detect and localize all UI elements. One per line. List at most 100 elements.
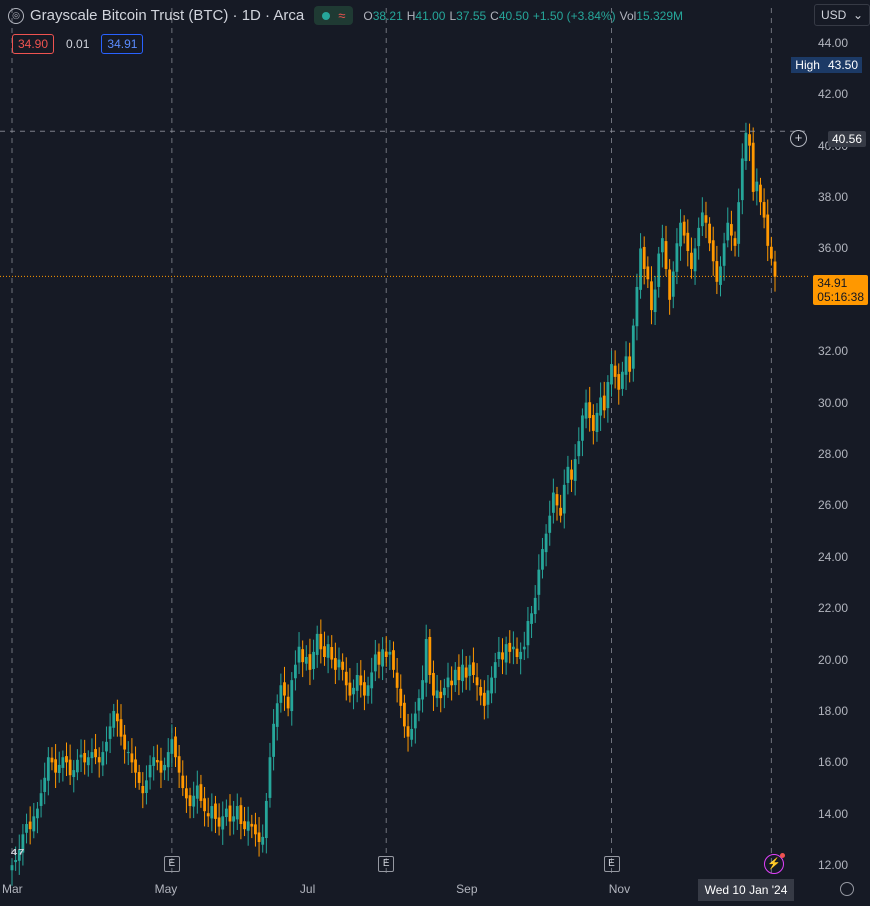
settings-gear-icon[interactable]: [840, 882, 854, 896]
candle-body: [545, 534, 548, 552]
candle-body: [174, 736, 177, 757]
candle-body: [766, 215, 769, 246]
price-tick-label: 12.00: [818, 858, 848, 872]
earnings-marker[interactable]: E: [378, 856, 394, 872]
candle-body: [178, 756, 181, 772]
candle-body: [156, 760, 159, 762]
time-tick-label: Nov: [609, 882, 630, 896]
candle-body: [603, 396, 606, 411]
candle-body: [25, 824, 28, 833]
candle-body: [599, 397, 602, 415]
candle-body: [116, 714, 119, 722]
symbol-title[interactable]: Grayscale Bitcoin Trust (BTC) · 1D · Arc…: [30, 7, 304, 24]
candle-body: [712, 240, 715, 261]
earnings-marker[interactable]: E: [604, 856, 620, 872]
candle-body: [232, 816, 235, 821]
candle-body: [120, 719, 123, 736]
candle-body: [527, 621, 530, 645]
candle-body: [487, 690, 490, 704]
ohlc-value: 40.50: [499, 9, 529, 23]
high-value: 43.50: [824, 57, 862, 73]
candle-body: [11, 865, 14, 870]
price-chart[interactable]: [0, 0, 870, 906]
candle-body: [686, 233, 689, 251]
price-tick-label: 16.00: [818, 755, 848, 769]
candle-body: [51, 758, 54, 763]
candle-body: [98, 757, 101, 762]
symbol-logo-icon: ◎: [8, 8, 24, 24]
candle-body: [356, 675, 359, 691]
bid-price[interactable]: 34.90: [12, 34, 54, 54]
candle-body: [737, 202, 740, 244]
candle-body: [83, 753, 86, 762]
candle-body: [240, 805, 243, 824]
candle-body: [523, 647, 526, 650]
candle-body: [418, 698, 421, 711]
candle-body: [279, 685, 282, 703]
candle-body: [570, 470, 573, 480]
price-tick-label: 22.00: [818, 601, 848, 615]
candle-body: [167, 752, 170, 767]
candle-body: [378, 652, 381, 665]
candle-body: [512, 647, 515, 650]
currency-selector[interactable]: USD ⌄: [814, 4, 870, 26]
candle-body: [606, 382, 609, 408]
price-tick-label: 36.00: [818, 241, 848, 255]
tradingview-logo-icon[interactable]: ⁴⁷: [10, 846, 25, 864]
candle-body: [425, 639, 428, 683]
candle-body: [617, 374, 620, 390]
candle-body: [610, 364, 613, 384]
crosshair-price-tag: 40.56: [828, 131, 866, 147]
candle-body: [454, 670, 457, 685]
candle-body: [101, 752, 104, 765]
candle-body: [690, 253, 693, 269]
candle-body: [621, 372, 624, 389]
candle-body: [461, 665, 464, 681]
market-open-dot-icon: [322, 12, 330, 20]
candle-body: [109, 726, 112, 739]
candle-body: [363, 682, 366, 695]
candle-body: [468, 665, 471, 676]
price-tick-label: 42.00: [818, 87, 848, 101]
candle-body: [694, 248, 697, 271]
candle-body: [312, 652, 315, 669]
candle-body: [72, 770, 75, 777]
candle-body: [214, 804, 217, 819]
candle-body: [770, 247, 773, 259]
add-alert-plus-icon[interactable]: +: [790, 130, 807, 147]
candle-body: [236, 806, 239, 819]
candle-body: [639, 248, 642, 289]
candle-body: [479, 687, 482, 696]
candle-body: [225, 809, 228, 817]
candle-body: [200, 784, 203, 801]
earnings-marker[interactable]: E: [164, 856, 180, 872]
candle-body: [374, 654, 377, 671]
candle-body: [654, 290, 657, 313]
ask-price[interactable]: 34.91: [101, 34, 143, 54]
ohlc-item: Vol15.329M: [620, 9, 683, 23]
ohlc-key: O: [363, 9, 372, 23]
market-status[interactable]: ≈: [314, 6, 353, 25]
candle-body: [381, 649, 384, 666]
ohlc-item: C40.50: [490, 9, 529, 23]
last-price-value: 34.91: [817, 276, 864, 290]
candle-body: [537, 570, 540, 595]
lightning-icon[interactable]: ⚡: [764, 854, 784, 874]
high-label: High: [791, 57, 824, 73]
candle-body: [243, 821, 246, 829]
price-tick-label: 32.00: [818, 344, 848, 358]
candle-body: [210, 806, 213, 818]
candle-body: [221, 816, 224, 829]
candle-body: [755, 182, 758, 192]
candle-body: [450, 681, 453, 686]
ohlc-item: +1.50 (+3.84%): [533, 9, 616, 23]
candle-body: [730, 224, 733, 236]
ohlc-item: L37.55: [449, 9, 486, 23]
candle-body: [269, 757, 272, 798]
candle-body: [29, 822, 32, 830]
candle-body: [708, 224, 711, 244]
candle-body: [338, 660, 341, 668]
candle-body: [472, 662, 475, 675]
candle-body: [91, 752, 94, 758]
candle-body: [632, 326, 635, 369]
